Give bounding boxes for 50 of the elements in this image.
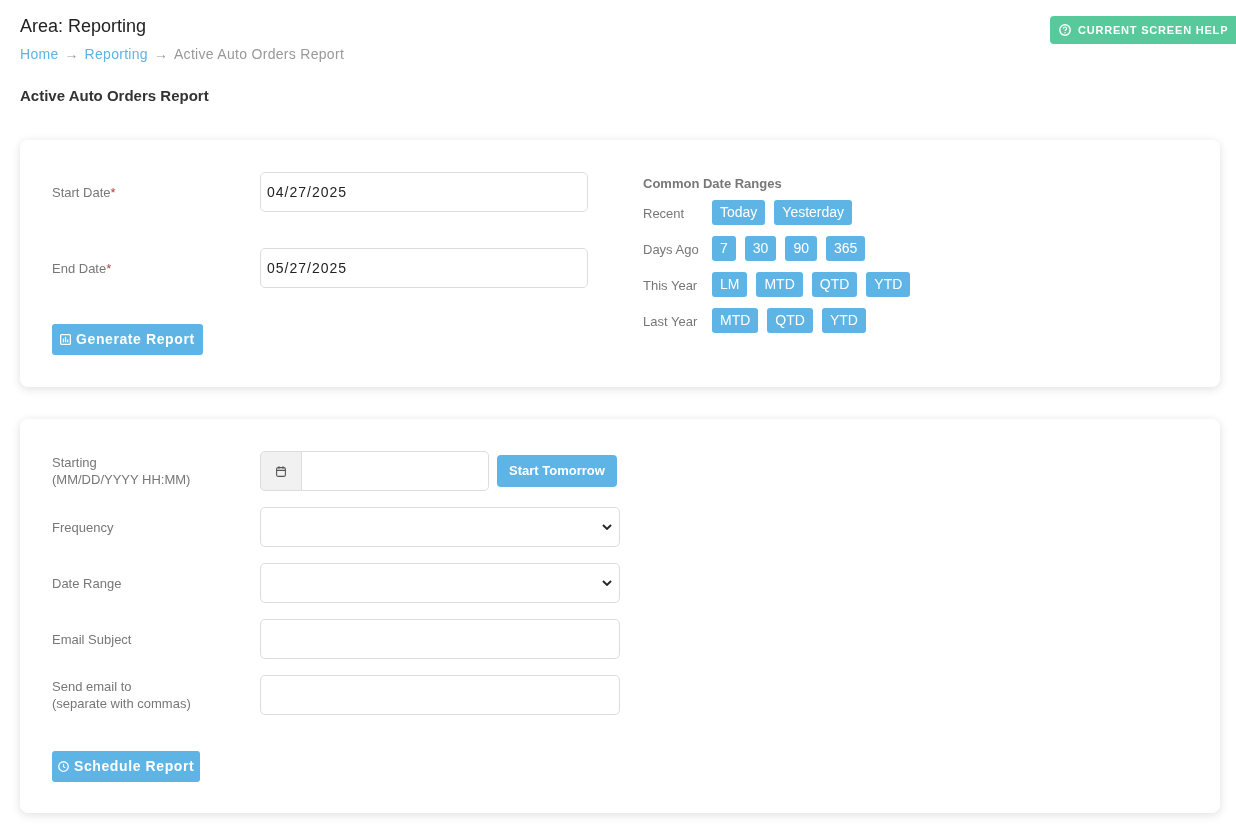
start-tomorrow-button[interactable]: Start Tomorrow <box>497 455 617 487</box>
date-range-button[interactable]: MTD <box>756 272 803 297</box>
date-input[interactable]: 04/27/2025 <box>260 172 588 212</box>
breadcrumb-link[interactable]: Reporting <box>84 44 148 65</box>
generate-report-button[interactable]: Generate Report <box>52 324 203 355</box>
field-label: Starting (MM/DD/YYYY HH:MM) <box>52 454 191 488</box>
date-ranges-title: Common Date Ranges <box>643 176 782 192</box>
area-title: Area: Reporting <box>20 15 147 37</box>
date-range-button[interactable]: QTD <box>811 272 858 297</box>
date-range-button[interactable]: LM <box>712 272 748 297</box>
date-range-button[interactable]: QTD <box>767 308 813 333</box>
page-title: Active Auto Orders Report <box>20 87 209 105</box>
breadcrumb-link[interactable]: Home <box>20 44 59 65</box>
text-input[interactable] <box>260 619 620 659</box>
date-range-button[interactable]: Today <box>712 200 766 225</box>
date-range-button[interactable]: YTD <box>866 272 911 297</box>
calendar-addon[interactable] <box>260 451 302 491</box>
field-label: Start Date* <box>52 183 116 201</box>
date-range-button[interactable]: YTD <box>821 308 866 333</box>
schedule-report-button[interactable]: Schedule Report <box>52 751 201 782</box>
date-range-button[interactable]: 30 <box>744 236 777 261</box>
field-label: Email Subject <box>52 630 132 648</box>
help-button[interactable]: CURRENT SCREEN HELP <box>1050 16 1236 44</box>
range-group-label: This Year <box>643 277 698 293</box>
range-group-label: Last Year <box>643 313 698 329</box>
select-field[interactable] <box>260 563 620 603</box>
select-field[interactable] <box>260 507 620 547</box>
calendar-icon <box>276 465 286 477</box>
date-range-button[interactable]: 7 <box>712 236 736 261</box>
text-input[interactable] <box>260 675 620 715</box>
breadcrumb-current: Active Auto Orders Report <box>173 45 345 64</box>
breadcrumb-separator: → <box>64 45 79 64</box>
field-label: Frequency <box>52 518 114 536</box>
field-label: End Date* <box>52 259 112 277</box>
clock-icon <box>58 761 69 772</box>
field-label: Date Range <box>52 574 122 592</box>
chevron-down-icon <box>602 580 612 586</box>
date-time-input[interactable] <box>302 451 489 491</box>
breadcrumb-separator: → <box>153 45 168 64</box>
date-range-button[interactable]: Yesterday <box>774 200 853 225</box>
range-group-label: Days Ago <box>643 241 699 257</box>
date-range-button[interactable]: 365 <box>825 236 866 261</box>
field-label: Send email to (separate with commas) <box>52 678 191 712</box>
range-group-label: Recent <box>643 205 685 221</box>
date-input[interactable]: 05/27/2025 <box>260 248 588 288</box>
chevron-down-icon <box>602 524 612 530</box>
bar-chart-icon <box>60 334 71 345</box>
date-range-button[interactable]: MTD <box>712 308 759 333</box>
help-icon <box>1059 24 1071 36</box>
date-range-button[interactable]: 90 <box>785 236 817 261</box>
